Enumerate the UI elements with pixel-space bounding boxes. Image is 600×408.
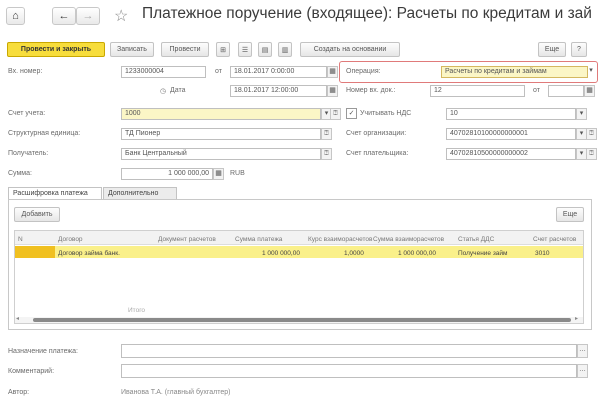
report-icon[interactable]: ▥ bbox=[278, 42, 292, 57]
help-button[interactable]: ? bbox=[571, 42, 587, 57]
payer-account-label: Счет организации: bbox=[346, 130, 407, 137]
back-button[interactable]: ← bbox=[52, 7, 76, 25]
comment-label: Комментарий: bbox=[8, 368, 55, 375]
cell-rate: 1,0000 bbox=[344, 250, 364, 257]
operation-label: Операция: bbox=[346, 68, 381, 75]
in-doc-number-label: Номер вх. док.: bbox=[346, 87, 396, 94]
from-label: от bbox=[215, 68, 222, 75]
scroll-thumb[interactable] bbox=[33, 318, 571, 322]
chevron-down-icon[interactable]: ▾ bbox=[587, 66, 595, 78]
cell-account: 3010 bbox=[535, 250, 550, 257]
print-icon[interactable]: ▤ bbox=[258, 42, 272, 57]
scroll-right-icon[interactable]: ▸ bbox=[575, 315, 578, 322]
account-label: Счет учета: bbox=[8, 110, 46, 117]
operation-select[interactable]: Расчеты по кредитам и займам bbox=[441, 66, 588, 78]
home-button[interactable]: ⌂ bbox=[6, 7, 25, 25]
open-icon[interactable]: ⍰ bbox=[586, 148, 597, 160]
cell-amount: 1 000 000,00 bbox=[262, 250, 300, 257]
comment-field[interactable] bbox=[121, 364, 577, 378]
home-icon: ⌂ bbox=[12, 10, 19, 22]
in-doc-number-field[interactable]: 12 bbox=[430, 85, 525, 97]
amount-field[interactable]: 1 000 000,00 bbox=[121, 168, 213, 180]
back-arrow-icon: ← bbox=[58, 10, 70, 22]
table-footer-label: Итого bbox=[128, 307, 146, 314]
open-icon[interactable]: ⍰ bbox=[330, 108, 341, 120]
calculator-icon[interactable]: ▦ bbox=[213, 168, 224, 180]
star-icon[interactable]: ☆ bbox=[114, 6, 128, 26]
col-amount: Сумма платежа bbox=[235, 236, 283, 243]
number-label: Вх. номер: bbox=[8, 68, 43, 75]
table-more-button[interactable]: Еще bbox=[556, 207, 584, 222]
list-icon[interactable]: ☰ bbox=[238, 42, 252, 57]
structure-icon[interactable]: ⊞ bbox=[216, 42, 230, 57]
col-document: Документ расчетов bbox=[158, 236, 216, 243]
division-label: Структурная единица: bbox=[8, 130, 81, 137]
forward-arrow-icon: → bbox=[82, 10, 94, 22]
forward-button[interactable]: → bbox=[76, 7, 100, 25]
author-value: Иванова Т.А. (главный бухгалтер) bbox=[121, 389, 231, 396]
division-field[interactable]: ТД Пионер bbox=[121, 128, 321, 140]
calendar-icon[interactable]: ▦ bbox=[327, 85, 338, 97]
col-n: N bbox=[18, 236, 23, 243]
account-field[interactable]: 1000 bbox=[121, 108, 321, 120]
payer-account-field[interactable]: 40702810100000000001 bbox=[446, 128, 576, 140]
calendar-icon[interactable]: ▦ bbox=[584, 85, 595, 97]
cell-n: 1 bbox=[18, 250, 22, 257]
col-settle-amount: Сумма взаиморасчетов bbox=[373, 236, 445, 243]
number-field[interactable]: 1233000004 bbox=[121, 66, 206, 78]
recipient-label: Получатель: bbox=[8, 150, 49, 157]
purpose-label: Назначение платежа: bbox=[8, 348, 78, 355]
open-icon[interactable]: ⍰ bbox=[321, 128, 332, 140]
expand-icon[interactable]: … bbox=[577, 364, 588, 378]
more-button[interactable]: Еще bbox=[538, 42, 566, 57]
dropdown-icon[interactable]: ▾ bbox=[576, 108, 587, 120]
cell-dds: Получение займ bbox=[458, 250, 508, 257]
purpose-field[interactable] bbox=[121, 344, 577, 358]
vat-field[interactable]: 10 bbox=[446, 108, 576, 120]
cell-contract: Договор займа банк. bbox=[58, 250, 120, 257]
post-close-button[interactable]: Провести и закрыть bbox=[7, 42, 105, 57]
from-date-field[interactable]: 18.01.2017 0:00:00 bbox=[230, 66, 327, 78]
cell-settle-amount: 1 000 000,00 bbox=[398, 250, 436, 257]
currency-label: RUB bbox=[230, 170, 245, 177]
amount-label: Сумма: bbox=[8, 170, 32, 177]
author-label: Автор: bbox=[8, 389, 30, 396]
open-icon[interactable]: ⍰ bbox=[586, 128, 597, 140]
post-button[interactable]: Провести bbox=[161, 42, 209, 57]
page-title: Платежное поручение (входящее): Расчеты … bbox=[142, 5, 592, 22]
recipient-account-field[interactable]: 40702810500000000002 bbox=[446, 148, 576, 160]
recipient-field[interactable]: Банк Центральный bbox=[121, 148, 321, 160]
scroll-left-icon[interactable]: ◂ bbox=[16, 315, 19, 322]
col-contract: Договор bbox=[58, 236, 83, 243]
save-button[interactable]: Записать bbox=[110, 42, 154, 57]
date-field[interactable]: 18.01.2017 12:00:00 bbox=[230, 85, 327, 97]
in-doc-from-label: от bbox=[533, 87, 540, 94]
open-icon[interactable]: ⍰ bbox=[321, 148, 332, 160]
date-icon: ◷ bbox=[160, 88, 167, 95]
vat-label: Учитывать НДС bbox=[360, 110, 412, 117]
calendar-icon[interactable]: ▦ bbox=[327, 66, 338, 78]
vat-checkbox[interactable]: ✓ bbox=[346, 108, 357, 119]
create-based-button[interactable]: Создать на основании bbox=[300, 42, 400, 57]
horizontal-scrollbar[interactable]: ◂ ▸ bbox=[15, 315, 583, 323]
date-label: Дата bbox=[170, 87, 186, 94]
col-account: Счет расчетов bbox=[533, 236, 577, 243]
add-row-button[interactable]: Добавить bbox=[14, 207, 60, 222]
recipient-account-label: Счет плательщика: bbox=[346, 150, 409, 157]
table-header bbox=[15, 231, 583, 245]
col-dds: Статья ДДС bbox=[458, 236, 495, 243]
expand-icon[interactable]: … bbox=[577, 344, 588, 358]
col-rate: Курс взаиморасчетов bbox=[308, 236, 373, 243]
in-doc-date-field[interactable] bbox=[548, 85, 584, 97]
